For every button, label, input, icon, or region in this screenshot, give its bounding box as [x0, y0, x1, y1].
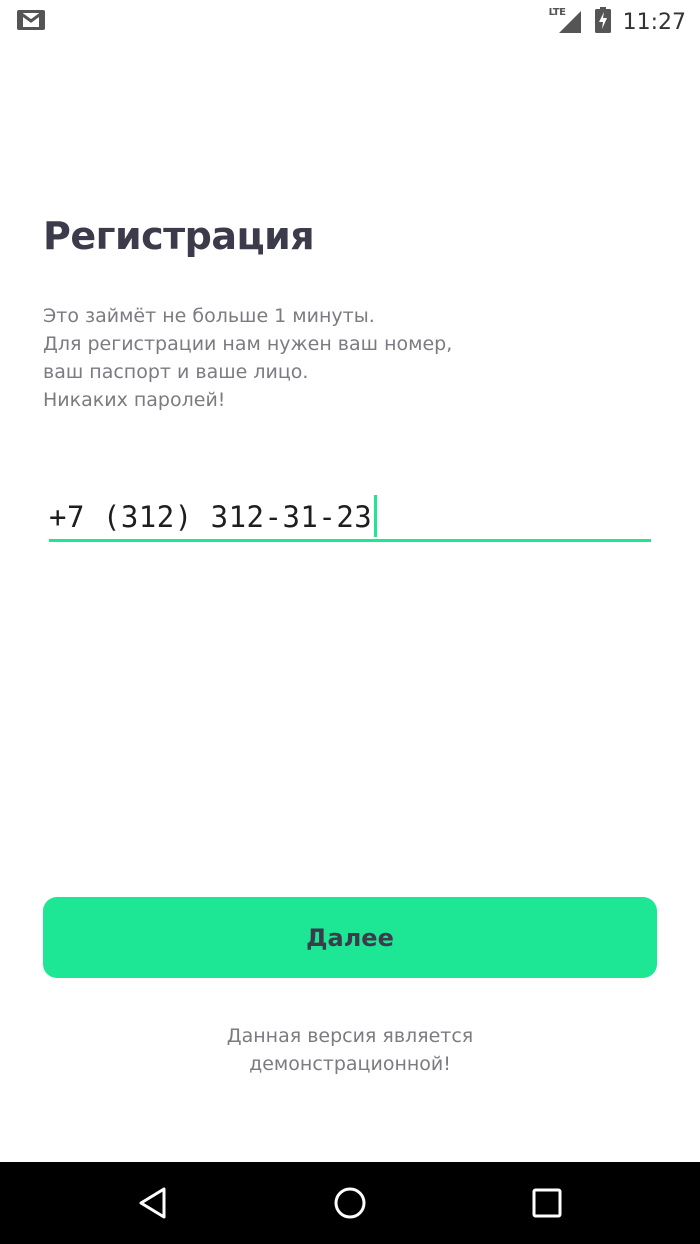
description-line: ваш паспорт и ваше лицо. — [43, 361, 309, 383]
phone-number-text: +7 (312) 312-31-23 — [49, 500, 373, 534]
battery-charging-icon — [594, 6, 611, 38]
description-line: Это займёт не больше 1 минуты. — [43, 305, 375, 327]
next-button[interactable]: Далее — [43, 897, 657, 978]
recents-square-icon[interactable] — [531, 1187, 563, 1224]
navigation-bar — [0, 1162, 700, 1244]
demo-version-note: Данная версия является демонстрационной! — [0, 1022, 700, 1078]
phone-input[interactable]: +7 (312) 312-31-23 — [49, 494, 651, 544]
text-caret — [374, 495, 378, 537]
page-title: Регистрация — [43, 214, 315, 258]
description-line: Никаких паролей! — [43, 389, 226, 411]
phone-input-value[interactable]: +7 (312) 312-31-23 — [49, 495, 378, 540]
description-line: Для регистрации нам нужен ваш номер, — [43, 333, 453, 355]
status-bar: LTE 11:27 — [0, 0, 700, 44]
gmail-icon — [16, 8, 46, 37]
clock: 11:27 — [622, 9, 686, 35]
cell-signal-icon: LTE — [549, 7, 583, 35]
demo-note-line: демонстрационной! — [249, 1053, 451, 1075]
description-text: Это займёт не больше 1 минуты. Для регис… — [43, 302, 603, 414]
back-triangle-icon[interactable] — [138, 1186, 168, 1225]
demo-note-line: Данная версия является — [226, 1025, 474, 1047]
phone-input-underline — [49, 539, 651, 542]
home-circle-icon[interactable] — [333, 1186, 367, 1225]
